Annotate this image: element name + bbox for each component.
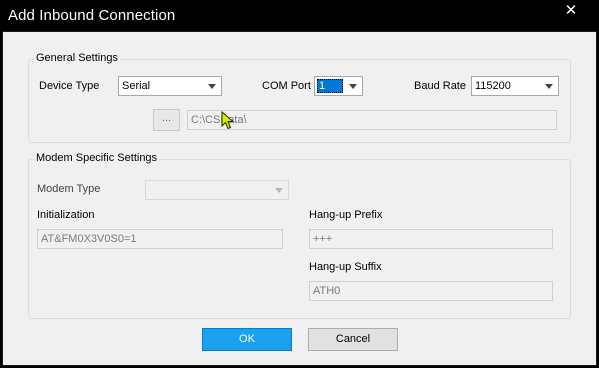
chevron-down-icon [275,188,283,193]
initialization-value: AT&FM0X3V0S0=1 [41,233,137,245]
chevron-down-icon [349,84,357,89]
com-port-selection: 1 [317,79,343,93]
initialization-label: Initialization [37,209,95,221]
path-field[interactable]: C:\CSData\ [187,110,557,130]
baud-rate-value: 115200 [475,80,511,92]
baud-rate-dropdown[interactable]: 115200 [471,76,559,96]
modem-settings-label: Modem Specific Settings [34,152,160,164]
window-title: Add Inbound Connection [8,7,176,24]
hangup-suffix-value: ATH0 [313,285,341,297]
hangup-suffix-field[interactable]: ATH0 [309,281,553,301]
com-port-dropdown[interactable]: 1 [314,76,363,96]
mouse-pointer-icon [221,111,235,130]
com-port-label: COM Port [262,80,311,92]
general-settings-group: General Settings [28,52,571,143]
close-icon[interactable]: ✕ [556,0,586,22]
ok-button[interactable]: OK [202,328,292,351]
add-inbound-connection-dialog: Add Inbound Connection ✕ General Setting… [0,0,599,368]
hangup-suffix-label: Hang-up Suffix [309,261,382,273]
title-bar[interactable]: Add Inbound Connection ✕ [0,0,599,32]
com-port-value: 1 [319,80,326,92]
baud-rate-label: Baud Rate [414,80,466,92]
dialog-body: General Settings Device Type Serial COM … [2,31,597,366]
hangup-prefix-field[interactable]: +++ [309,229,553,249]
modem-type-dropdown[interactable] [145,180,289,200]
browse-button[interactable]: ... [153,109,180,131]
device-type-dropdown[interactable]: Serial [118,76,222,96]
chevron-down-icon [545,84,553,89]
device-type-label: Device Type [39,80,100,92]
path-value: C:\CSData\ [191,114,247,126]
modem-type-label: Modem Type [37,183,101,195]
chevron-down-icon [208,84,216,89]
general-settings-label: General Settings [34,52,120,64]
device-type-value: Serial [122,80,151,92]
hangup-prefix-label: Hang-up Prefix [309,209,383,221]
cancel-button[interactable]: Cancel [308,328,398,351]
hangup-prefix-value: +++ [313,233,333,245]
initialization-field[interactable]: AT&FM0X3V0S0=1 [37,229,283,249]
